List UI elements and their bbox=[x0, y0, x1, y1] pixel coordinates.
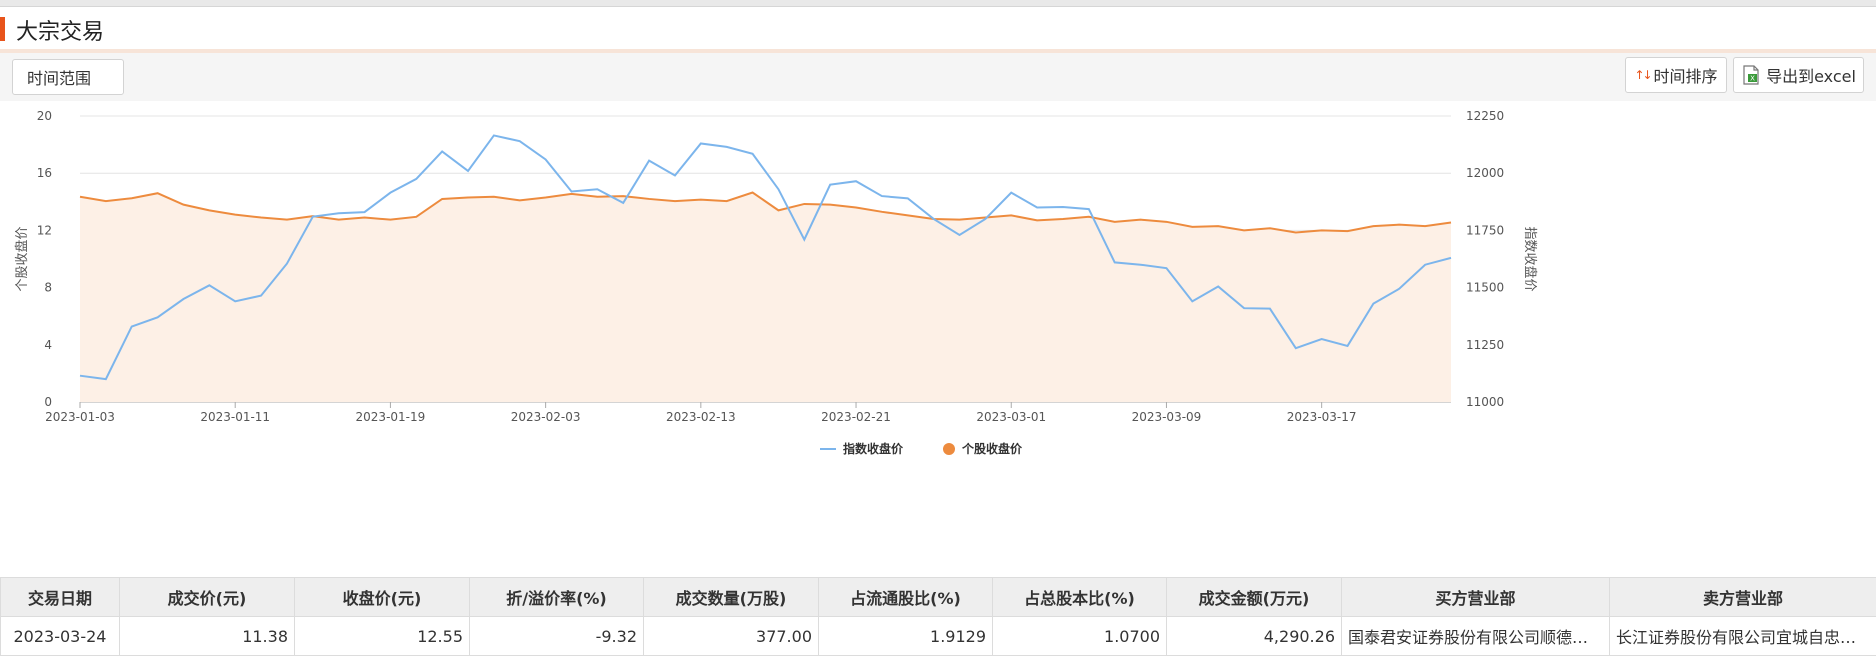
header-trade-date[interactable]: 交易日期 bbox=[1, 578, 120, 617]
x-tick-label: 2023-02-21 bbox=[821, 410, 891, 424]
block-trade-table: 交易日期 成交价(元) 收盘价(元) 折/溢价率(%) 成交数量(万股) 占流通… bbox=[0, 577, 1876, 656]
close-price-chart: 0 4 8 12 16 20 11000 11250 11500 11750 12000 12250 个… bbox=[0, 101, 1876, 577]
y-left-tick-label: 16 bbox=[37, 166, 52, 180]
x-tick-label: 2023-01-11 bbox=[200, 410, 270, 424]
x-tick-label: 2023-02-13 bbox=[666, 410, 736, 424]
header-amount[interactable]: 成交金额(万元) bbox=[1167, 578, 1342, 617]
y-left-tick-label: 0 bbox=[44, 395, 52, 409]
x-tick-label: 2023-01-03 bbox=[45, 410, 115, 424]
cell-amount: 4,290.26 bbox=[1167, 617, 1342, 656]
cell-volume: 377.00 bbox=[644, 617, 819, 656]
header-float-ratio[interactable]: 占流通股比(%) bbox=[819, 578, 993, 617]
y-left-tick-label: 12 bbox=[37, 223, 52, 237]
y-right-tick-label: 12250 bbox=[1466, 109, 1504, 123]
legend-stock-label: 个股收盘价 bbox=[961, 441, 1023, 456]
x-tick-label: 2023-01-19 bbox=[356, 410, 426, 424]
y-right-tick-label: 11000 bbox=[1466, 395, 1504, 409]
header-total-ratio[interactable]: 占总股本比(%) bbox=[993, 578, 1167, 617]
toolbar: 时间范围 ↑↓ 时间排序 X 导出到excel bbox=[0, 53, 1876, 101]
sort-arrows-icon: ↑↓ bbox=[1634, 68, 1650, 82]
y-left-tick-label: 20 bbox=[37, 109, 52, 123]
x-tick-label: 2023-03-01 bbox=[976, 410, 1046, 424]
stock-price-area bbox=[80, 193, 1451, 402]
cell-buyer[interactable]: 国泰君安证券股份有限公司顺德… bbox=[1342, 617, 1610, 656]
header-seller[interactable]: 卖方营业部 bbox=[1610, 578, 1876, 617]
time-range-label: 时间范围 bbox=[27, 65, 91, 89]
x-tick-label: 2023-03-09 bbox=[1132, 410, 1202, 424]
title-accent-bar bbox=[0, 17, 5, 41]
time-range-button[interactable]: 时间范围 bbox=[12, 59, 124, 95]
y-left-tick-label: 4 bbox=[44, 338, 52, 352]
header-trade-price[interactable]: 成交价(元) bbox=[120, 578, 295, 617]
cell-float-ratio: 1.9129 bbox=[819, 617, 993, 656]
y-left-axis-title: 个股收盘价 bbox=[14, 226, 30, 291]
y-right-tick-label: 11250 bbox=[1466, 338, 1504, 352]
excel-file-icon: X bbox=[1741, 65, 1761, 85]
cell-premium-rate: -9.32 bbox=[470, 617, 644, 656]
header-volume[interactable]: 成交数量(万股) bbox=[644, 578, 819, 617]
legend-index-label: 指数收盘价 bbox=[843, 441, 904, 456]
cell-close-price: 12.55 bbox=[295, 617, 470, 656]
x-tick-label: 2023-02-03 bbox=[511, 410, 581, 424]
header-close-price[interactable]: 收盘价(元) bbox=[295, 578, 470, 617]
x-tick-label: 2023-03-17 bbox=[1287, 410, 1357, 424]
time-sort-label: 时间排序 bbox=[1654, 63, 1718, 87]
svg-text:X: X bbox=[1750, 75, 1755, 83]
export-excel-button[interactable]: X 导出到excel bbox=[1733, 57, 1864, 93]
top-border bbox=[0, 0, 1876, 7]
export-excel-label: 导出到excel bbox=[1766, 63, 1856, 87]
header-premium-rate[interactable]: 折/溢价率(%) bbox=[470, 578, 644, 617]
time-sort-button[interactable]: ↑↓ 时间排序 bbox=[1625, 57, 1727, 93]
table-header-row: 交易日期 成交价(元) 收盘价(元) 折/溢价率(%) 成交数量(万股) 占流通… bbox=[1, 578, 1876, 617]
section-title: 大宗交易 bbox=[16, 14, 104, 46]
table-row: 2023-03-24 11.38 12.55 -9.32 377.00 1.91… bbox=[1, 617, 1876, 656]
cell-seller[interactable]: 长江证券股份有限公司宜城自忠… bbox=[1610, 617, 1876, 656]
y-right-axis-title: 指数收盘价 bbox=[1522, 226, 1538, 291]
header-buyer[interactable]: 买方营业部 bbox=[1342, 578, 1610, 617]
y-right-tick-label: 11750 bbox=[1466, 223, 1504, 237]
legend-stock-marker bbox=[943, 443, 955, 455]
cell-trade-price: 11.38 bbox=[120, 617, 295, 656]
y-right-tick-label: 12000 bbox=[1466, 166, 1504, 180]
section-header: 大宗交易 bbox=[0, 7, 1876, 53]
y-left-tick-label: 8 bbox=[44, 281, 52, 295]
cell-trade-date: 2023-03-24 bbox=[1, 617, 120, 656]
y-right-tick-label: 11500 bbox=[1466, 281, 1504, 295]
cell-total-ratio: 1.0700 bbox=[993, 617, 1167, 656]
